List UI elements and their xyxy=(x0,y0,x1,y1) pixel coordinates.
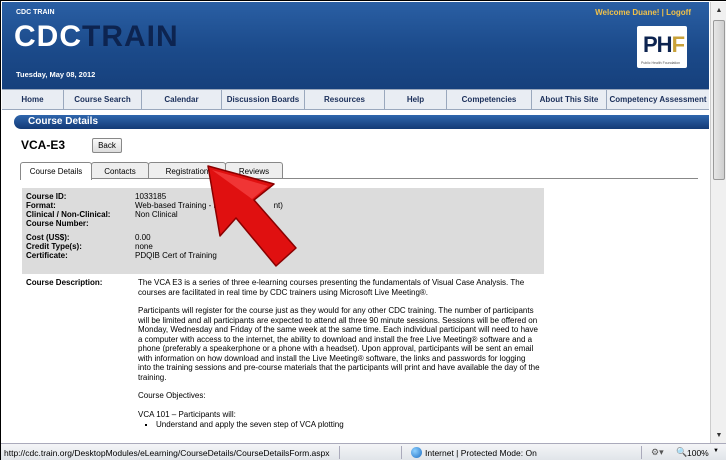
logo-ain: AIN xyxy=(124,20,179,53)
objectives-list: Understand and apply the seven step of V… xyxy=(156,420,540,430)
detail-label: Credit Type(s): xyxy=(26,242,82,251)
description-paragraph-1: The VCA E3 is a series of three e-learni… xyxy=(138,278,525,297)
course-objectives-heading: Course Objectives: xyxy=(138,391,206,400)
logoff-link[interactable]: Logoff xyxy=(666,8,691,17)
nav-resources[interactable]: Resources xyxy=(305,90,385,109)
status-separator xyxy=(339,446,340,459)
tab-divider xyxy=(20,178,698,179)
nav-competency-assessment[interactable]: Competency Assessment xyxy=(607,90,709,109)
red-arrow-icon xyxy=(207,165,297,267)
zoom-level[interactable]: 100% xyxy=(687,448,709,458)
nav-home[interactable]: Home xyxy=(2,90,64,109)
course-code: VCA-E3 xyxy=(21,138,66,152)
nav-competencies[interactable]: Competencies xyxy=(447,90,532,109)
detail-label: Course ID: xyxy=(26,192,67,201)
scroll-down-arrow-icon[interactable]: ▼ xyxy=(711,427,726,443)
browser-viewport: CDC TRAIN CDCTRAIN Tuesday, May 08, 2012… xyxy=(0,0,726,460)
phf-letters: PHF xyxy=(643,32,685,57)
welcome-text: Welcome Duane! xyxy=(595,8,660,17)
logo-cdc: CDC xyxy=(14,20,82,53)
phf-partner-logo[interactable]: PHF Public Health Foundation xyxy=(637,26,687,68)
objective-item: Understand and apply the seven step of V… xyxy=(156,420,540,430)
description-paragraph-2: Participants will register for the cours… xyxy=(138,306,540,382)
status-separator xyxy=(401,446,402,459)
course-description-label: Course Description: xyxy=(26,278,103,287)
browser-status-bar: http://cdc.train.org/DesktopModules/eLea… xyxy=(1,443,726,460)
site-header: CDC TRAIN CDCTRAIN Tuesday, May 08, 2012… xyxy=(2,2,709,89)
web-page: CDC TRAIN CDCTRAIN Tuesday, May 08, 2012… xyxy=(2,2,709,443)
back-button[interactable]: Back xyxy=(92,138,122,153)
nav-discussion-boards[interactable]: Discussion Boards xyxy=(222,90,305,109)
welcome-bar: Welcome Duane! | Logoff xyxy=(595,8,691,17)
nav-about-this-site[interactable]: About This Site xyxy=(532,90,607,109)
section-header-bar: Course Details xyxy=(14,115,709,129)
logo-tr: TR xyxy=(82,20,124,53)
tab-contacts[interactable]: Contacts xyxy=(91,162,149,179)
main-nav: Home Course Search Calendar Discussion B… xyxy=(2,89,709,110)
status-url: http://cdc.train.org/DesktopModules/eLea… xyxy=(4,448,330,458)
brand-small-text: CDC TRAIN xyxy=(16,9,55,16)
vertical-scrollbar[interactable]: ▲ ▼ xyxy=(710,2,726,443)
phf-tagline: Public Health Foundation xyxy=(641,61,681,65)
globe-icon xyxy=(411,447,422,458)
tab-course-details[interactable]: Course Details xyxy=(20,162,92,180)
nav-calendar[interactable]: Calendar xyxy=(142,90,222,109)
scroll-thumb[interactable] xyxy=(713,20,725,180)
magnifier-icon[interactable]: 🔍 xyxy=(676,447,687,458)
detail-label: Cost (US$): xyxy=(26,233,70,242)
detail-label: Clinical / Non-Clinical: xyxy=(26,210,111,219)
security-zone[interactable]: Internet | Protected Mode: On xyxy=(425,448,537,458)
protected-mode-settings-icon[interactable]: ⚙▾ xyxy=(651,447,664,458)
cdc-train-logo[interactable]: CDCTRAIN xyxy=(14,22,179,52)
zoom-dropdown-icon[interactable]: ▼ xyxy=(713,448,719,454)
course-description: The VCA E3 is a series of three e-learni… xyxy=(138,278,540,430)
vca-101-intro: VCA 101 – Participants will: xyxy=(138,409,236,419)
scroll-up-arrow-icon[interactable]: ▲ xyxy=(711,2,726,18)
detail-label: Format: xyxy=(26,201,56,210)
section-title: Course Details xyxy=(28,116,99,127)
current-date: Tuesday, May 08, 2012 xyxy=(16,70,96,79)
status-separator xyxy=(641,446,642,459)
nav-help[interactable]: Help xyxy=(385,90,447,109)
detail-label: Course Number: xyxy=(26,219,89,228)
nav-course-search[interactable]: Course Search xyxy=(64,90,142,109)
detail-label: Certificate: xyxy=(26,251,68,260)
